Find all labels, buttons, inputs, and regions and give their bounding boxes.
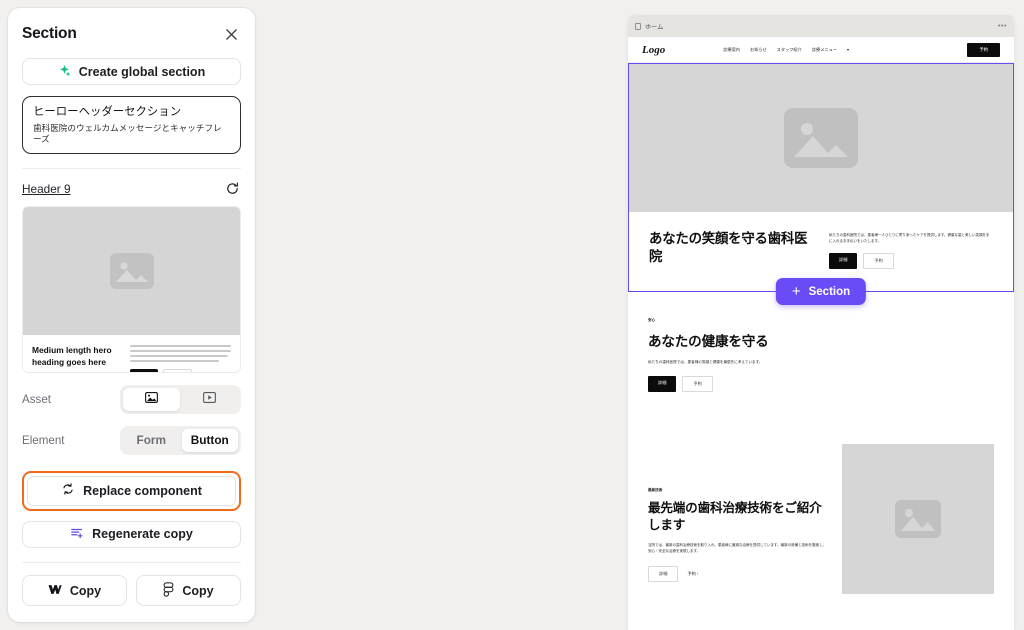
site-preview-frame: ホーム ••• Logo 診療案内 お知らせ スタッフ紹介 診療メニュー ▾ 予… [628, 15, 1014, 630]
site-nav: 診療案内 お知らせ スタッフ紹介 診療メニュー ▾ [723, 47, 849, 53]
refresh-icon[interactable] [225, 181, 241, 197]
thumbnail-image-placeholder [23, 207, 240, 336]
component-header: Header 9 [22, 181, 241, 197]
image-icon [144, 392, 158, 406]
thumbnail-body: Medium length hero heading goes here But… [23, 335, 240, 372]
regenerate-text-icon [70, 526, 84, 543]
sparkle-icon [58, 64, 71, 80]
hero-buttons: 詳細 予約 [829, 253, 993, 270]
component-name-link[interactable]: Header 9 [22, 182, 71, 196]
panel-header: Section [22, 24, 241, 44]
thumbnail-heading: Medium length hero heading goes here [32, 345, 112, 367]
section-health-heading: あなたの健康を守る [648, 334, 769, 350]
hero-section[interactable]: あなたの笑顔を守る歯科医院 私たちの歯科医院では、患者様一人ひとりに寄り添ったケ… [628, 63, 1014, 306]
page-title: Section [22, 25, 77, 42]
thumbnail-primary-button: Button [130, 368, 158, 372]
preview-tab[interactable]: ホーム [635, 17, 663, 35]
hero-paragraph: 私たちの歯科医院では、患者様一人ひとりに寄り添ったケアを提供します。健康な歯と美… [829, 233, 990, 244]
element-toggle-group: Form Button [120, 425, 241, 455]
section-technology-image-placeholder [842, 444, 994, 595]
section-technology-heading: 最先端の歯科治療技術をご紹介します [648, 501, 822, 532]
hero-primary-button[interactable]: 詳細 [829, 253, 858, 270]
hero-image-placeholder [629, 64, 1013, 212]
refresh-cycle-icon [61, 482, 75, 499]
copy-figma-label: Copy [182, 583, 214, 598]
site-nav-item-0[interactable]: 診療案内 [723, 47, 740, 53]
section-prompt-field[interactable]: ヒーローヘッダーセクション 歯科医院のウェルカムメッセージとキャッチフレーズ [22, 96, 241, 155]
close-icon[interactable] [221, 24, 241, 44]
section-technology-link[interactable]: 予約 › [687, 571, 698, 577]
section-technology-eyebrow: 最新技術 [648, 488, 663, 493]
figma-icon [163, 581, 174, 600]
site-nav-item-2[interactable]: スタッフ紹介 [777, 47, 802, 53]
image-placeholder-icon [109, 253, 154, 290]
section-technology-buttons: 詳細 予約 › [648, 566, 828, 583]
hero-heading: あなたの笑顔を守る歯科医院 [649, 231, 808, 264]
panel-footer: Copy Copy [22, 575, 241, 606]
site-logo[interactable]: Logo [642, 44, 665, 56]
section-health-paragraph: 私たちの歯科医院では、患者様の笑顔と健康を最優先に考えています。 [648, 360, 763, 365]
add-section-button[interactable]: + Section [775, 278, 867, 306]
prompt-subtitle: 歯科医院のウェルカムメッセージとキャッチフレーズ [33, 122, 222, 145]
section-technology-primary-button[interactable]: 詳細 [648, 566, 679, 583]
divider-bottom [22, 562, 241, 563]
asset-label: Asset [22, 392, 51, 406]
component-thumbnail[interactable]: Medium length hero heading goes here But… [22, 206, 241, 373]
section-health[interactable]: 安心 あなたの健康を守る 私たちの歯科医院では、患者様の笑顔と健康を最優先に考え… [628, 292, 1014, 423]
regenerate-copy-button[interactable]: Regenerate copy [22, 520, 241, 549]
section-technology-text: 最新技術 最先端の歯科治療技術をご紹介します 当院では、最新の歯科治療技術を取り… [648, 444, 828, 594]
copy-figma-button[interactable]: Copy [136, 575, 241, 606]
prompt-title: ヒーローヘッダーセクション [33, 106, 182, 119]
video-icon [203, 392, 217, 406]
site-cta-button[interactable]: 予約 [967, 42, 1000, 57]
asset-toggle-image[interactable] [123, 387, 180, 411]
create-global-section-button[interactable]: Create global section [22, 58, 241, 86]
webflow-icon [48, 584, 62, 598]
site-header: Logo 診療案内 お知らせ スタッフ紹介 診療メニュー ▾ 予約 [628, 37, 1014, 63]
add-section-label: Section [808, 285, 851, 298]
asset-option-row: Asset [22, 384, 241, 414]
element-label: Element [22, 433, 65, 447]
regenerate-copy-label: Regenerate copy [92, 527, 193, 542]
site-nav-item-1[interactable]: お知らせ [750, 47, 767, 53]
replace-component-button[interactable]: Replace component [27, 475, 236, 506]
image-placeholder-icon [895, 500, 941, 539]
asset-toggle-group [120, 384, 241, 414]
section-panel: Section Create global section ヒーローヘッダーセク… [8, 8, 255, 622]
preview-tab-label: ホーム [645, 23, 664, 31]
thumbnail-copy: Button Button [130, 345, 231, 372]
site-nav-item-3[interactable]: 診療メニュー [812, 47, 837, 53]
preview-menu-icon[interactable]: ••• [998, 23, 1007, 30]
canvas-area: ホーム ••• Logo 診療案内 お知らせ スタッフ紹介 診療メニュー ▾ 予… [262, 0, 1024, 630]
replace-component-highlight: Replace component [22, 470, 241, 511]
chevron-right-icon: › [696, 571, 699, 577]
preview-topbar: ホーム ••• [628, 15, 1014, 37]
section-technology-link-label: 予約 [687, 571, 696, 577]
divider [22, 168, 241, 170]
chevron-down-icon[interactable]: ▾ [847, 47, 849, 52]
image-placeholder-icon [784, 108, 858, 168]
section-health-buttons: 詳細 予約 [648, 376, 994, 393]
section-health-secondary-button[interactable]: 予約 [682, 376, 713, 393]
thumbnail-secondary-button: Button [162, 368, 192, 372]
copy-webflow-label: Copy [69, 583, 102, 598]
replace-component-label: Replace component [83, 483, 202, 498]
plus-icon: + [791, 282, 801, 300]
asset-toggle-video[interactable] [182, 388, 239, 411]
element-option-row: Element Form Button [22, 425, 241, 455]
section-technology-paragraph: 当院では、最新の歯科治療技術を取り入れ、患者様に最適な治療を提供しています。最新… [648, 543, 827, 554]
element-toggle-button[interactable]: Button [181, 428, 238, 452]
section-health-eyebrow: 安心 [648, 318, 656, 323]
copy-webflow-button[interactable]: Copy [22, 575, 127, 606]
element-toggle-form[interactable]: Form [123, 429, 180, 452]
section-health-primary-button[interactable]: 詳細 [648, 376, 677, 393]
page-icon [635, 17, 641, 35]
create-global-section-label: Create global section [78, 64, 206, 79]
hero-copy: 私たちの歯科医院では、患者様一人ひとりに寄り添ったケアを提供します。健康な歯と美… [829, 230, 993, 270]
hero-secondary-button[interactable]: 予約 [863, 253, 894, 270]
section-technology[interactable]: 最新技術 最先端の歯科治療技術をご紹介します 当院では、最新の歯科治療技術を取り… [628, 422, 1014, 621]
